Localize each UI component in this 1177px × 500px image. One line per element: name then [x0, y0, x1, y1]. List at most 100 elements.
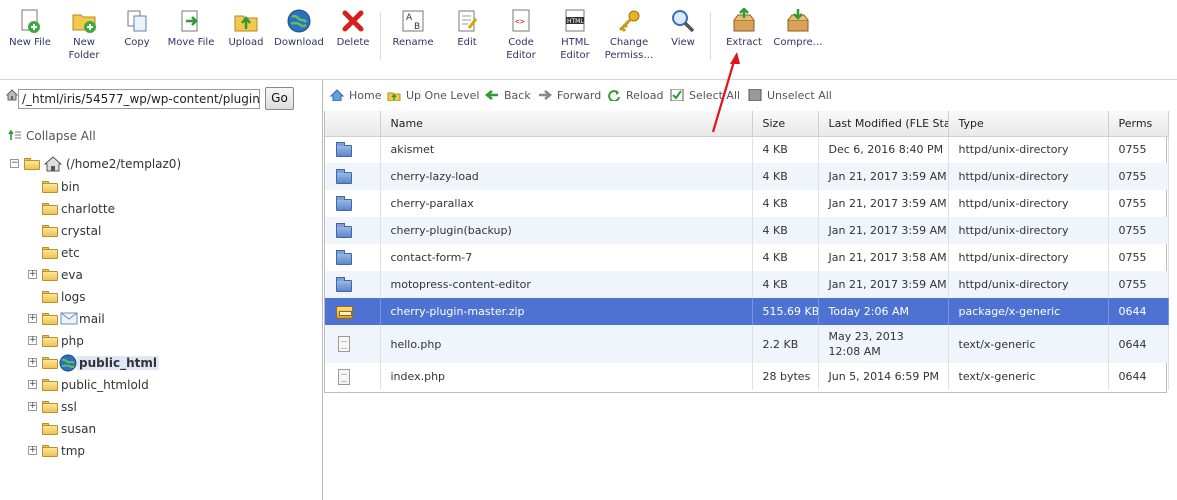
- checkbox-checked-icon: [670, 89, 684, 101]
- checkbox-empty-icon: [748, 89, 762, 101]
- tree-item-etc[interactable]: etc: [0, 243, 320, 263]
- file-icon-cell: [325, 217, 381, 244]
- collapse-toggle-icon[interactable]: −: [10, 159, 19, 168]
- go-button[interactable]: Go: [265, 87, 294, 110]
- perms-column-header[interactable]: Perms: [1108, 111, 1169, 137]
- compress-button[interactable]: Compre…: [772, 8, 824, 50]
- home-label: Home: [349, 89, 382, 102]
- navigation-bar: Home Up One Level Back Forward Reload Select …: [324, 80, 1177, 111]
- tree-item-mail[interactable]: + mail: [0, 309, 320, 329]
- forward-link[interactable]: Forward: [538, 89, 601, 102]
- download-icon: [287, 9, 311, 33]
- tree-item-php[interactable]: + php: [0, 331, 320, 351]
- new-file-icon: [21, 9, 40, 33]
- file-size-cell: 4 KB: [752, 136, 819, 163]
- tree-item-bin[interactable]: bin: [0, 177, 320, 197]
- file-row[interactable]: motopress-content-editor 4 KB Jan 21, 2017…: [325, 271, 1169, 298]
- upload-icon: [234, 15, 258, 32]
- tree-item-tmp[interactable]: + tmp: [0, 441, 320, 461]
- move-file-button[interactable]: Move File: [165, 8, 217, 50]
- file-row[interactable]: cherry-parallax 4 KB Jan 21, 2017 3:59 AM h…: [325, 190, 1169, 217]
- expand-toggle-icon[interactable]: +: [28, 402, 37, 411]
- file-name-cell: akismet: [380, 136, 753, 163]
- html-editor-button[interactable]: HTML HTML Editor: [549, 8, 601, 62]
- back-link[interactable]: Back: [485, 89, 531, 102]
- file-modified-cell: Jan 21, 2017 3:58 AM: [818, 244, 949, 271]
- type-column-header[interactable]: Type: [948, 111, 1109, 137]
- copy-button[interactable]: Copy: [111, 8, 163, 50]
- tree-item-ssl[interactable]: + ssl: [0, 397, 320, 417]
- rename-button[interactable]: A B Rename: [387, 8, 439, 50]
- tree-item-charlotte[interactable]: charlotte: [0, 199, 320, 219]
- file-perms-cell: 0755: [1108, 190, 1169, 217]
- extract-button[interactable]: Extract: [718, 8, 770, 50]
- expand-toggle-icon[interactable]: +: [28, 358, 37, 367]
- file-row[interactable]: cherry-plugin-master.zip 515.69 KB Today 2…: [325, 298, 1169, 325]
- expand-toggle-icon[interactable]: +: [28, 314, 37, 323]
- tree-item-public-html[interactable]: + public_html: [0, 353, 320, 373]
- tree-item-label: mail: [79, 312, 105, 326]
- file-row[interactable]: contact-form-7 4 KB Jan 21, 2017 3:58 AM ht…: [325, 244, 1169, 271]
- file-perms-cell: 0755: [1108, 271, 1169, 298]
- path-input[interactable]: /_html/iris/54577_wp/wp-content/plugins: [18, 89, 260, 109]
- size-column-header[interactable]: Size: [752, 111, 819, 137]
- code-editor-button[interactable]: <> Code Editor: [495, 8, 547, 62]
- reload-link[interactable]: Reload: [607, 89, 663, 102]
- unselect-all-link[interactable]: Unselect All: [748, 89, 832, 102]
- collapse-all-link[interactable]: Collapse All: [8, 129, 96, 143]
- file-row[interactable]: hello.php 2.2 KB May 23, 2013 12:08 AM text…: [325, 325, 1169, 363]
- tree-item-eva[interactable]: + eva: [0, 265, 320, 285]
- folder-icon: [335, 276, 353, 293]
- separator-1: [380, 12, 381, 60]
- file-icon-cell: [325, 325, 381, 363]
- svg-text:HTML: HTML: [567, 18, 584, 25]
- up-one-level-link[interactable]: Up One Level: [387, 89, 479, 102]
- file-modified-cell: Jan 21, 2017 3:59 AM: [818, 190, 949, 217]
- file-row[interactable]: index.php 28 bytes Jun 5, 2014 6:59 PM text…: [325, 363, 1169, 390]
- edit-button[interactable]: Edit: [441, 8, 493, 50]
- tree-item-label: eva: [61, 268, 83, 282]
- expand-toggle-icon[interactable]: +: [28, 446, 37, 455]
- view-label: View: [671, 37, 695, 48]
- home-icon[interactable]: [6, 88, 18, 102]
- file-modified-cell: Dec 6, 2016 8:40 PM: [818, 136, 949, 163]
- file-type-cell: text/x-generic: [948, 363, 1109, 390]
- tree-item-crystal[interactable]: crystal: [0, 221, 320, 241]
- file-name-cell: cherry-plugin(backup): [380, 217, 753, 244]
- upload-button[interactable]: Upload: [220, 8, 272, 50]
- icon-column-header[interactable]: [325, 111, 381, 137]
- tree-item-logs[interactable]: logs: [0, 287, 320, 307]
- expand-toggle-icon[interactable]: +: [28, 380, 37, 389]
- delete-label: Delete: [336, 37, 370, 48]
- change-permissions-button[interactable]: Change Permiss…: [603, 8, 655, 62]
- download-button[interactable]: Download: [273, 8, 325, 50]
- file-row[interactable]: akismet 4 KB Dec 6, 2016 8:40 PM httpd/unix…: [325, 136, 1169, 163]
- file-row[interactable]: cherry-plugin(backup) 4 KB Jan 21, 2017 3:…: [325, 217, 1169, 244]
- name-column-header[interactable]: Name: [380, 111, 753, 137]
- delete-button[interactable]: Delete: [327, 8, 379, 50]
- tree-item-label: tmp: [61, 444, 86, 458]
- edit-label: Edit: [457, 37, 477, 48]
- tree-item-susan[interactable]: susan: [0, 419, 320, 439]
- home-link[interactable]: Home: [330, 89, 381, 102]
- file-size-cell: 4 KB: [752, 163, 819, 190]
- copy-label: Copy: [124, 37, 150, 48]
- new-file-button[interactable]: New File: [4, 8, 56, 50]
- key-icon: [618, 10, 640, 33]
- select-all-label: Select All: [689, 89, 741, 102]
- magnifier-icon: [672, 10, 695, 33]
- file-row[interactable]: cherry-lazy-load 4 KB Jan 21, 2017 3:59 AM…: [325, 163, 1169, 190]
- expand-toggle-icon[interactable]: +: [28, 270, 37, 279]
- tree-item-public-htmlold[interactable]: + public_htmlold: [0, 375, 320, 395]
- forward-arrow-icon: [539, 90, 552, 100]
- new-folder-button[interactable]: New Folder: [58, 8, 110, 62]
- folder-icon: [42, 445, 58, 457]
- tree-root[interactable]: − (/home2/templaz0): [0, 154, 320, 174]
- folder-icon: [335, 222, 353, 239]
- file-perms-cell: 0755: [1108, 217, 1169, 244]
- view-button[interactable]: View: [657, 8, 709, 50]
- file-name-cell: cherry-plugin-master.zip: [380, 298, 753, 325]
- select-all-link[interactable]: Select All: [670, 89, 740, 102]
- modified-column-header[interactable]: Last Modified (FLE Stand: [818, 111, 949, 137]
- expand-toggle-icon[interactable]: +: [28, 336, 37, 345]
